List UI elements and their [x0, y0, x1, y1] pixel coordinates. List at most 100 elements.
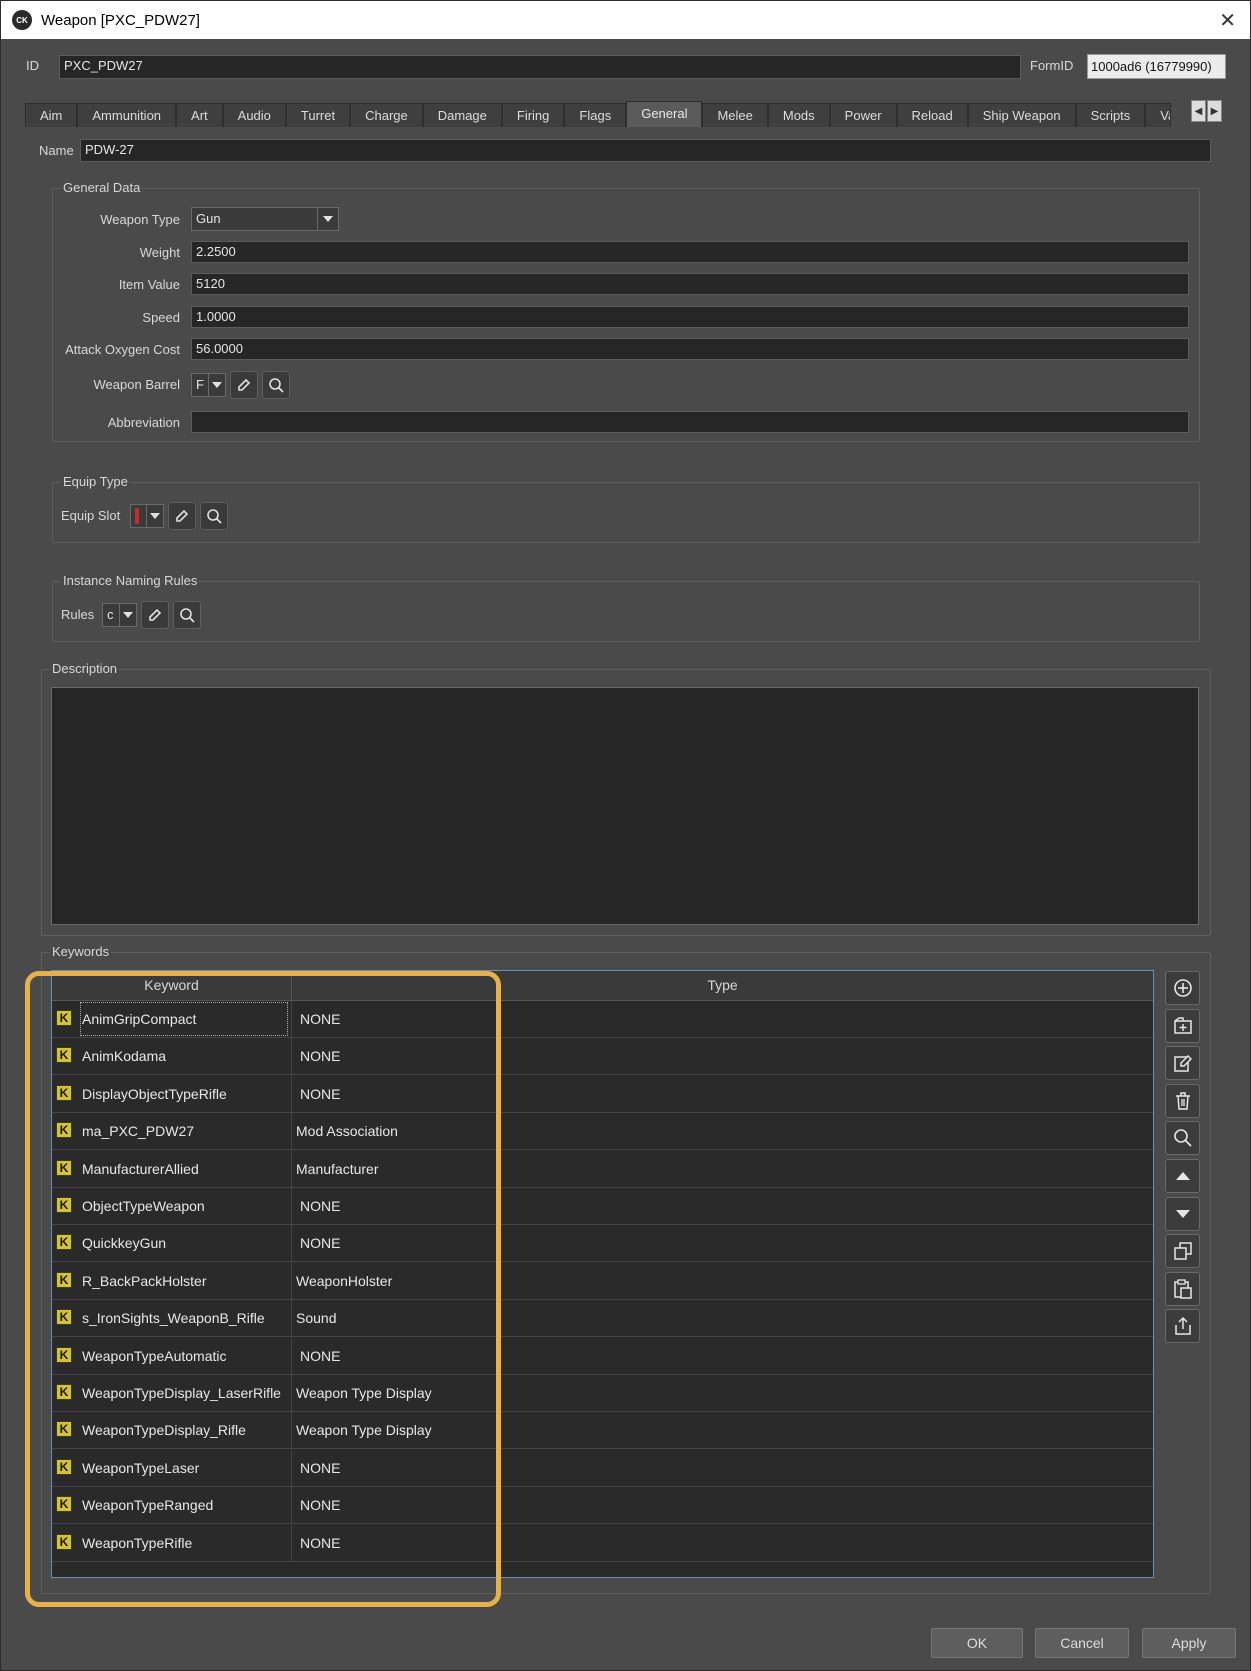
type-cell[interactable]: Weapon Type Display [296, 1375, 432, 1411]
tab-ship-weapon[interactable]: Ship Weapon [967, 103, 1076, 127]
tab-audio[interactable]: Audio [222, 103, 286, 127]
tab-power[interactable]: Power [829, 103, 897, 127]
type-cell[interactable]: NONE [300, 1487, 340, 1523]
table-row[interactable]: Kma_PXC_PDW27 Mod Association [52, 1113, 1153, 1151]
edit-equip-slot-button[interactable] [168, 502, 196, 530]
keyword-cell[interactable]: ObjectTypeWeapon [82, 1188, 205, 1224]
tab-ammunition[interactable]: Ammunition [77, 103, 177, 127]
ok-button[interactable]: OK [931, 1628, 1023, 1658]
tab-scripts[interactable]: Scripts [1075, 103, 1146, 127]
table-row[interactable]: Ks_IronSights_WeaponB_Rifle Sound [52, 1300, 1153, 1338]
move-down-button[interactable] [1165, 1196, 1200, 1231]
keyword-cell[interactable]: WeaponTypeRanged [82, 1487, 213, 1523]
item-value-field[interactable]: 5120 [191, 273, 1189, 295]
equip-slot-dropdown[interactable] [130, 504, 164, 528]
tab-aim[interactable]: Aim [25, 103, 78, 127]
tab-general[interactable]: General [626, 101, 703, 127]
table-row[interactable]: K WeaponTypeAutomatic NONE [52, 1337, 1153, 1375]
weight-field[interactable]: 2.2500 [191, 241, 1189, 263]
close-icon[interactable]: ✕ [1219, 8, 1236, 33]
type-cell[interactable]: Manufacturer [296, 1151, 378, 1187]
move-up-button[interactable] [1165, 1159, 1200, 1193]
description-textarea[interactable] [51, 687, 1199, 925]
table-row[interactable]: K WeaponTypeDisplay_Rifle Weapon Type Disp… [52, 1412, 1153, 1450]
keyword-cell[interactable]: ma_PXC_PDW27 [82, 1113, 194, 1149]
table-row[interactable]: K QuickkeyGun NONE [52, 1225, 1153, 1263]
table-row[interactable]: K DisplayObjectTypeRifle NONE [52, 1075, 1153, 1113]
attack-oxygen-field[interactable]: 56.0000 [191, 338, 1189, 360]
type-cell[interactable]: NONE [300, 1188, 340, 1224]
find-rules-button[interactable] [173, 601, 201, 629]
id-field[interactable]: PXC_PDW27 [59, 55, 1021, 79]
keyword-cell[interactable]: WeaponTypeDisplay_LaserRifle [82, 1375, 281, 1411]
weapon-type-dropdown[interactable]: Gun [191, 207, 339, 231]
keyword-cell[interactable]: R_BackPackHolster [82, 1263, 207, 1299]
tab-mods[interactable]: Mods [767, 103, 830, 127]
search-button[interactable] [1165, 1121, 1200, 1156]
edit-barrel-button[interactable] [230, 371, 258, 399]
table-row[interactable]: K ManufacturerAllied Manufacturer [52, 1150, 1153, 1188]
table-row[interactable]: K R_BackPackHolster WeaponHolster [52, 1262, 1153, 1300]
type-cell[interactable]: NONE [300, 1450, 340, 1486]
keyword-cell[interactable]: AnimGripCompact [82, 1001, 196, 1037]
cancel-button[interactable]: Cancel [1035, 1628, 1129, 1658]
tab-charge[interactable]: Charge [350, 103, 423, 127]
type-cell[interactable]: NONE [300, 1225, 340, 1261]
delete-button[interactable] [1165, 1083, 1200, 1118]
keyword-cell[interactable]: s_IronSights_WeaponB_Rifle [82, 1300, 265, 1336]
tab-firing[interactable]: Firing [501, 103, 565, 127]
tab-art[interactable]: Art [176, 103, 223, 127]
find-barrel-button[interactable] [262, 371, 290, 399]
add-button[interactable] [1165, 971, 1200, 1005]
table-row[interactable]: K WeaponTypeDisplay_LaserRifle Weapon Type… [52, 1375, 1153, 1412]
formid-field[interactable]: 1000ad6 (16779990) [1087, 54, 1226, 79]
table-row[interactable]: K ObjectTypeWeapon NONE [52, 1188, 1153, 1225]
pencil-icon [176, 509, 189, 522]
type-cell[interactable]: Mod Association [296, 1113, 398, 1149]
table-row[interactable]: K WeaponTypeRanged NONE [52, 1487, 1153, 1525]
tab-reload[interactable]: Reload [896, 103, 968, 127]
apply-button[interactable]: Apply [1142, 1628, 1236, 1658]
keyword-cell[interactable]: DisplayObjectTypeRifle [82, 1076, 227, 1112]
copy-button[interactable] [1165, 1234, 1200, 1269]
tab-turret[interactable]: Turret [285, 103, 351, 127]
name-field[interactable]: PDW-27 [80, 139, 1211, 162]
keyword-cell[interactable]: AnimKodama [82, 1038, 166, 1074]
type-cell[interactable]: NONE [300, 1001, 340, 1037]
find-equip-slot-button[interactable] [200, 502, 228, 530]
table-row[interactable]: K WeaponTypeRifle NONE [52, 1524, 1153, 1562]
table-row[interactable]: K WeaponTypeLaser NONE [52, 1449, 1153, 1487]
add-new-button[interactable] [1165, 1008, 1200, 1043]
abbreviation-field[interactable] [191, 411, 1189, 433]
type-cell[interactable]: Sound [296, 1300, 336, 1336]
type-cell[interactable]: NONE [300, 1076, 340, 1112]
edit-button[interactable] [1165, 1046, 1200, 1081]
rules-dropdown[interactable]: c [102, 603, 137, 627]
type-cell[interactable]: WeaponHolster [296, 1263, 392, 1299]
export-button[interactable] [1165, 1309, 1200, 1344]
type-column-header[interactable]: Type [292, 971, 1153, 1000]
tab-melee[interactable]: Melee [702, 103, 768, 127]
keyword-column-header[interactable]: Keyword [52, 971, 292, 1000]
type-cell[interactable]: NONE [300, 1038, 340, 1074]
type-cell[interactable]: NONE [300, 1338, 340, 1374]
tab-scroll-right-icon[interactable]: ▶ [1207, 100, 1222, 122]
type-cell[interactable]: NONE [300, 1525, 340, 1561]
keyword-cell[interactable]: WeaponTypeLaser [82, 1450, 199, 1486]
speed-field[interactable]: 1.0000 [191, 306, 1189, 328]
table-row[interactable]: K AnimGripCompact NONE [52, 1001, 1153, 1038]
table-row[interactable]: K AnimKodama NONE [52, 1038, 1153, 1076]
keyword-cell[interactable]: WeaponTypeRifle [82, 1525, 192, 1561]
tab-damage[interactable]: Damage [422, 103, 502, 127]
paste-button[interactable] [1165, 1271, 1200, 1306]
keyword-cell[interactable]: WeaponTypeDisplay_Rifle [82, 1412, 246, 1448]
edit-rules-button[interactable] [141, 601, 169, 629]
tab-scroll-left-icon[interactable]: ◀ [1191, 100, 1206, 122]
type-cell[interactable]: Weapon Type Display [296, 1412, 432, 1448]
tab-var[interactable]: Var [1145, 103, 1172, 127]
keyword-cell[interactable]: WeaponTypeAutomatic [82, 1338, 227, 1374]
keyword-cell[interactable]: QuickkeyGun [82, 1225, 166, 1261]
weapon-barrel-dropdown[interactable]: F [191, 373, 226, 397]
tab-flags[interactable]: Flags [564, 103, 627, 127]
keyword-cell[interactable]: ManufacturerAllied [82, 1151, 199, 1187]
